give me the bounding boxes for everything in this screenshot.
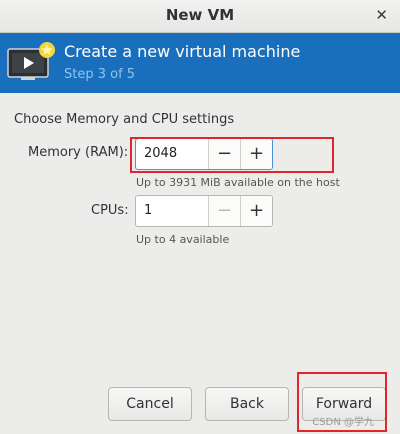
wizard-step: Step 3 of 5 [64, 67, 136, 82]
cpus-input[interactable] [136, 196, 208, 226]
memory-label: Memory (RAM): [28, 145, 129, 160]
memory-hint: Up to 3931 MiB available on the host [136, 176, 340, 189]
section-label: Choose Memory and CPU settings [14, 112, 235, 127]
window-title: New VM [165, 6, 235, 24]
cpus-spinner: − + [135, 195, 273, 227]
cpus-label: CPUs: [91, 203, 129, 218]
cpus-increment-button[interactable]: + [240, 196, 272, 226]
cancel-button[interactable]: Cancel [108, 387, 192, 421]
annotation-box-memory [130, 137, 334, 173]
titlebar: New VM ✕ [0, 0, 400, 33]
wizard-banner: Create a new virtual machine Step 3 of 5 [0, 33, 400, 93]
back-button[interactable]: Back [205, 387, 289, 421]
cpus-hint: Up to 4 available [136, 233, 230, 246]
close-icon[interactable]: ✕ [375, 6, 388, 24]
annotation-box-forward [297, 372, 387, 432]
virtual-machine-icon [7, 42, 55, 80]
wizard-heading: Create a new virtual machine [64, 42, 301, 61]
cpus-decrement-button[interactable]: − [208, 196, 240, 226]
